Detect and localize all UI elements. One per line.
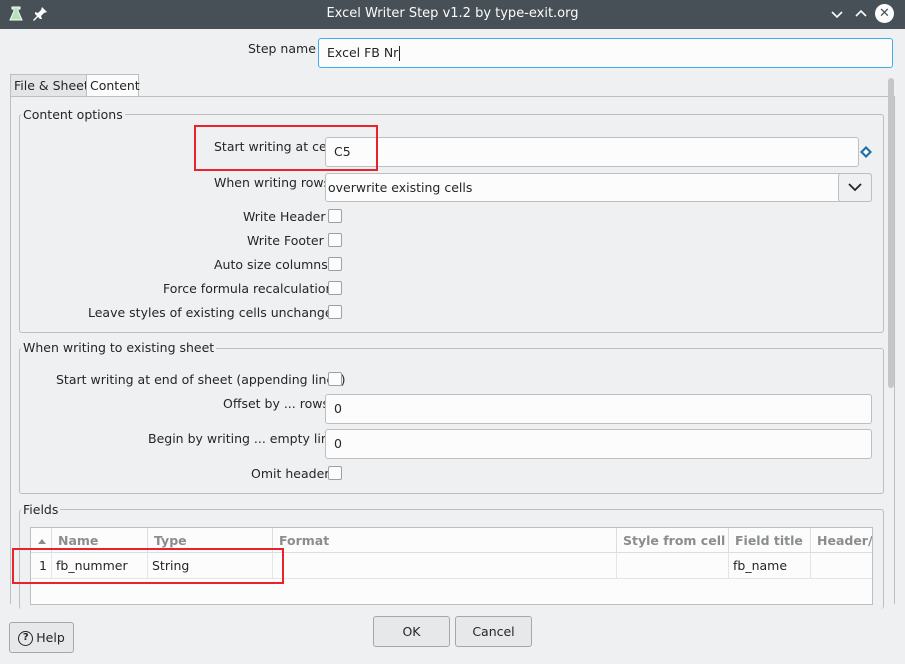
omit-header-checkbox[interactable] [328,466,342,480]
existing-sheet-title: When writing to existing sheet [21,340,217,355]
write-footer-label: Write Footer [247,233,324,248]
cancel-button[interactable]: Cancel [455,616,532,647]
maximize-icon[interactable] [851,4,871,24]
offset-rows-label: Offset by ... rows [223,396,329,411]
column-header-format[interactable]: Format [273,528,617,553]
write-header-label: Write Header [243,209,326,224]
leave-styles-label: Leave styles of existing cells unchanged [88,305,341,320]
cell-style[interactable] [617,553,729,579]
when-writing-rows-value: overwrite existing cells [328,180,473,195]
close-icon[interactable]: ✕ [875,4,894,23]
help-label: Help [36,630,65,645]
empty-lines-value: 0 [334,436,342,451]
column-header-field-title[interactable]: Field title [729,528,811,553]
help-icon: ? [18,631,34,646]
window-title: Excel Writer Step v1.2 by type-exit.org [326,6,579,21]
text-caret [399,46,401,61]
append-checkbox[interactable] [328,372,342,386]
panel-scrollbar[interactable] [888,78,894,388]
start-cell-input[interactable]: C5 [325,137,859,167]
cell-field-title[interactable]: fb_name [729,553,811,579]
empty-lines-input[interactable]: 0 [325,429,872,459]
help-button[interactable]: ? Help [9,622,74,653]
highlight-start-cell [194,125,378,171]
highlight-field-row [12,548,284,584]
chevron-down-icon[interactable] [838,173,872,202]
cell-header[interactable] [811,553,872,579]
tab-content[interactable]: Content [86,74,140,97]
offset-rows-input[interactable]: 0 [325,394,872,424]
step-name-label: Step name [248,41,316,56]
variable-diamond-icon[interactable] [860,146,872,161]
when-writing-rows-select[interactable]: overwrite existing cells [325,173,872,202]
step-name-value: Excel FB Nr [327,45,399,60]
column-header-header[interactable]: Header/F [811,528,872,553]
column-header-style[interactable]: Style from cell [617,528,729,553]
force-recalc-label: Force formula recalculation [163,281,334,296]
fields-title: Fields [21,502,61,517]
leave-styles-checkbox[interactable] [328,305,342,319]
content-options-title: Content options [21,107,125,122]
ok-button[interactable]: OK [373,616,450,647]
write-footer-checkbox[interactable] [328,233,342,247]
title-bar: Excel Writer Step v1.2 by type-exit.org … [0,0,905,29]
append-label: Start writing at end of sheet (appending… [56,372,346,387]
when-writing-rows-label: When writing rows [214,175,331,190]
minimize-icon[interactable] [827,4,847,24]
auto-size-columns-label: Auto size columns [214,257,328,272]
step-name-input[interactable]: Excel FB Nr [318,38,893,68]
force-recalc-checkbox[interactable] [328,281,342,295]
cell-format[interactable] [273,553,617,579]
tab-file-sheet[interactable]: File & Sheet [10,74,89,97]
offset-rows-value: 0 [334,401,342,416]
write-header-checkbox[interactable] [328,209,342,223]
empty-lines-label: Begin by writing ... empty lines [148,431,343,446]
omit-header-label: Omit header [251,466,330,481]
auto-size-columns-checkbox[interactable] [328,257,342,271]
